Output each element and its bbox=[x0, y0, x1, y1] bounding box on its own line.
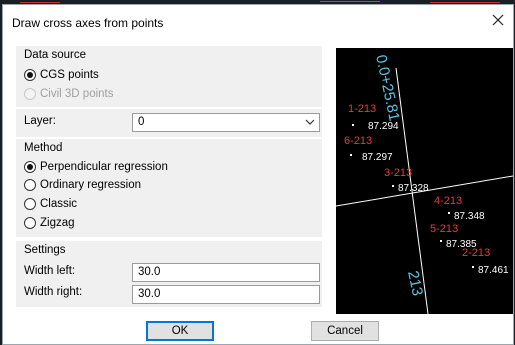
chevron-down-icon bbox=[305, 119, 315, 125]
preview-canvas: 1-213 87.294 6-213 87.297 3-213 87.328 4-213 87… bbox=[336, 48, 513, 314]
background-line bbox=[320, 1, 380, 2]
radio-civil3d-points[interactable]: Civil 3D points bbox=[24, 87, 114, 101]
point-elevation-label: 87.461 bbox=[478, 265, 509, 276]
radio-button[interactable] bbox=[24, 161, 36, 173]
radio-label: Civil 3D points bbox=[40, 88, 114, 100]
width-left-input[interactable]: 30.0 bbox=[132, 263, 320, 282]
method-label: Method bbox=[24, 142, 63, 154]
point-marker bbox=[350, 154, 352, 156]
layer-label: Layer: bbox=[24, 115, 56, 127]
radio-button[interactable] bbox=[24, 198, 36, 210]
dialog-title: Draw cross axes from points bbox=[12, 16, 164, 30]
point-id-label: 1-213 bbox=[348, 103, 376, 115]
point-id-label: 2-213 bbox=[462, 247, 490, 259]
radio-label: CGS points bbox=[40, 69, 99, 81]
radio-button[interactable] bbox=[24, 69, 36, 81]
width-right-input[interactable]: 30.0 bbox=[132, 285, 320, 304]
layer-value: 0 bbox=[138, 116, 145, 128]
method-group: Method Perpendicular regression Ordinary… bbox=[16, 139, 322, 237]
data-source-label: Data source bbox=[24, 49, 87, 61]
layer-dropdown[interactable]: 0 bbox=[132, 113, 320, 132]
radio-button[interactable] bbox=[24, 217, 36, 229]
radio-cgs-points[interactable]: CGS points bbox=[24, 68, 99, 82]
ok-button[interactable]: OK bbox=[146, 321, 214, 341]
point-elevation-label: 87.328 bbox=[398, 183, 429, 194]
radio-label: Ordinary regression bbox=[40, 179, 141, 191]
radio-zigzag[interactable]: Zigzag bbox=[24, 216, 75, 230]
radio-classic[interactable]: Classic bbox=[24, 197, 77, 211]
cancel-button[interactable]: Cancel bbox=[311, 321, 379, 341]
point-id-label: 4-213 bbox=[434, 195, 462, 207]
radio-ordinary-regression[interactable]: Ordinary regression bbox=[24, 178, 141, 192]
close-icon[interactable] bbox=[487, 9, 509, 31]
width-left-label: Width left: bbox=[24, 265, 76, 277]
data-source-group: Data source CGS points Civil 3D points bbox=[16, 46, 322, 107]
point-marker bbox=[352, 124, 354, 126]
radio-label: Perpendicular regression bbox=[40, 161, 168, 173]
radio-label: Classic bbox=[40, 198, 78, 210]
point-elevation-label: 87.297 bbox=[362, 152, 393, 163]
radio-perpendicular-regression[interactable]: Perpendicular regression bbox=[24, 160, 168, 174]
point-marker bbox=[448, 212, 450, 214]
title-bar: Draw cross axes from points bbox=[3, 5, 513, 37]
point-id-label: 6-213 bbox=[344, 135, 372, 147]
width-right-value: 30.0 bbox=[138, 288, 161, 300]
point-id-label: 3-213 bbox=[384, 167, 412, 179]
radio-label: Zigzag bbox=[40, 217, 75, 229]
point-id-label: 5-213 bbox=[430, 223, 458, 235]
width-left-value: 30.0 bbox=[138, 266, 161, 278]
width-right-label: Width right: bbox=[24, 286, 83, 298]
point-marker bbox=[472, 266, 474, 268]
radio-button[interactable] bbox=[24, 88, 36, 100]
point-elevation-label: 87.348 bbox=[454, 211, 485, 222]
background-line bbox=[20, 2, 60, 3]
point-elevation-label: 87.294 bbox=[368, 121, 399, 132]
radio-button[interactable] bbox=[24, 179, 36, 191]
settings-label: Settings bbox=[24, 244, 66, 256]
dialog-window: Draw cross axes from points Data source … bbox=[2, 4, 514, 345]
point-marker bbox=[392, 185, 394, 187]
layer-group: Layer: 0 bbox=[16, 109, 322, 137]
settings-group: Settings Width left: 30.0 Width right: 3… bbox=[16, 241, 322, 307]
point-marker bbox=[440, 240, 442, 242]
background-line bbox=[430, 2, 500, 3]
